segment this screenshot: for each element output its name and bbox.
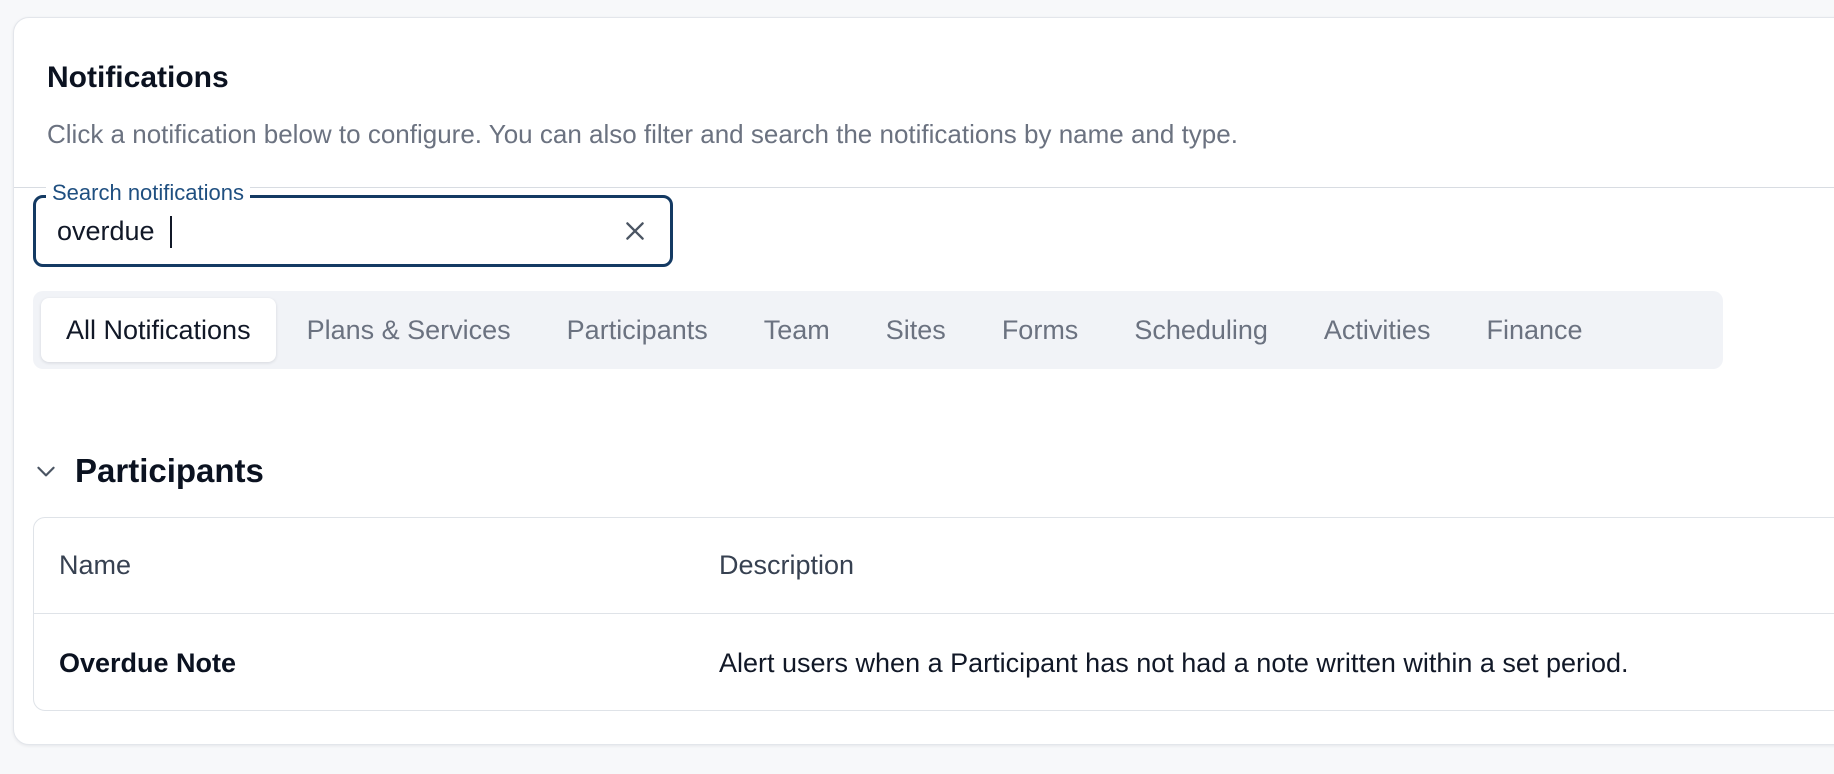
chevron-down-icon	[37, 466, 55, 477]
section-toggle-participants[interactable]: Participants	[33, 449, 264, 493]
page-subtitle: Click a notification below to configure.…	[47, 119, 1238, 149]
tab-sites[interactable]: Sites	[861, 298, 971, 362]
tab-scheduling[interactable]: Scheduling	[1109, 298, 1293, 362]
tab-plans-services[interactable]: Plans & Services	[282, 298, 536, 362]
table-header-row: Name Description	[34, 518, 1834, 614]
column-header-name: Name	[59, 550, 132, 580]
notifications-table: Name Description Overdue Note Alert user…	[33, 517, 1834, 711]
search-label: Search notifications	[46, 179, 250, 208]
page-title: Notifications	[47, 61, 229, 94]
tab-activities[interactable]: Activities	[1299, 298, 1456, 362]
tab-forms[interactable]: Forms	[977, 298, 1104, 362]
tab-finance[interactable]: Finance	[1461, 298, 1607, 362]
search-input[interactable]	[57, 212, 597, 250]
notification-name: Overdue Note	[59, 647, 237, 678]
section-title: Participants	[75, 452, 264, 489]
tab-participants[interactable]: Participants	[542, 298, 733, 362]
card-header: Notifications Click a notification below…	[14, 18, 1834, 188]
category-tabs: All Notifications Plans & Services Parti…	[33, 291, 1723, 369]
tab-team[interactable]: Team	[739, 298, 855, 362]
column-header-description: Description	[719, 550, 855, 580]
close-icon[interactable]	[622, 218, 648, 244]
search-field[interactable]: Search notifications	[33, 179, 673, 267]
tab-all-notifications[interactable]: All Notifications	[41, 298, 276, 362]
text-caret	[170, 216, 172, 248]
table-row[interactable]: Overdue Note Alert users when a Particip…	[34, 615, 1834, 710]
notification-description: Alert users when a Participant has not h…	[719, 647, 1629, 678]
